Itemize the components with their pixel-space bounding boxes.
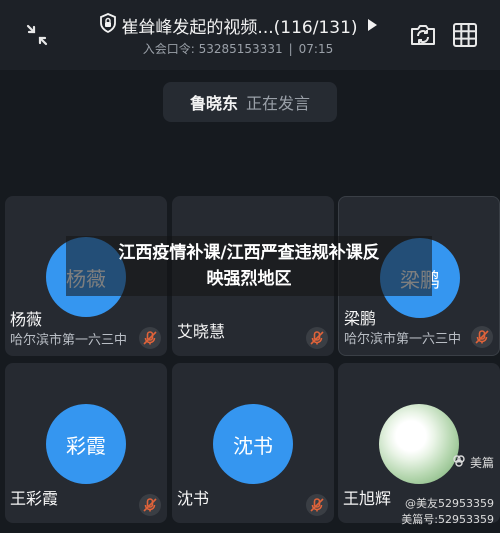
participant-name: 沈书 [177, 489, 210, 508]
elapsed-time: 07:15 [298, 42, 334, 56]
participant-tile[interactable]: 沈书 沈书 [172, 363, 334, 523]
shield-icon [99, 13, 117, 37]
participant-name: 杨薇 [10, 310, 43, 329]
mic-off-icon [139, 327, 161, 349]
grid-view-icon[interactable] [450, 20, 480, 50]
watermark-id: 美篇号:52953359 [401, 513, 494, 526]
meeting-id: 入会口令: 53285153331 [142, 42, 283, 56]
participant-name: 王彩霞 [10, 489, 59, 508]
speaker-name: 鲁晓东 [189, 94, 238, 113]
banner-line-2: 映强烈地区 [206, 269, 292, 289]
meeting-info: 入会口令: 53285153331 | 07:15 [88, 40, 388, 57]
play-icon[interactable] [367, 19, 377, 31]
participant-tile[interactable]: 彩霞 王彩霞 [5, 363, 167, 523]
meipian-logo-icon [452, 454, 466, 471]
participant-name: 王旭辉 [343, 489, 392, 508]
mic-off-icon [306, 327, 328, 349]
watermark-friend: @美友52953359 [405, 497, 494, 510]
avatar: 彩霞 [46, 404, 126, 484]
speaker-status: 正在发言 [246, 94, 311, 113]
participant-name: 梁鹏 [344, 309, 377, 328]
mic-off-icon [306, 494, 328, 516]
article-title-banner: 江西疫情补课/江西严查违规补课反 映强烈地区 [66, 236, 432, 296]
watermark-brand: 美篇 [469, 456, 494, 470]
participant-org: 哈尔滨市第一六三中 [10, 333, 128, 348]
minimize-icon[interactable] [22, 20, 52, 50]
avatar: 沈书 [213, 404, 293, 484]
avatar [379, 404, 459, 484]
meeting-title-area[interactable]: 崔耸峰发起的视频...(116/131) 入会口令: 53285153331 | 0… [88, 12, 388, 62]
separator: | [288, 42, 293, 56]
mic-off-icon [471, 326, 493, 348]
active-speaker-indicator: 鲁晓东 正在发言 [163, 82, 337, 122]
mic-off-icon [139, 494, 161, 516]
meeting-title: 崔耸峰发起的视频...(116/131) [121, 17, 358, 38]
top-bar: 崔耸峰发起的视频...(116/131) 入会口令: 53285153331 | 0… [0, 0, 500, 70]
camera-switch-icon[interactable] [408, 20, 438, 50]
participant-name: 艾晓慧 [177, 322, 226, 341]
banner-line-1: 江西疫情补课/江西严查违规补课反 [118, 243, 380, 263]
watermark-logo: 美篇 [452, 454, 494, 471]
